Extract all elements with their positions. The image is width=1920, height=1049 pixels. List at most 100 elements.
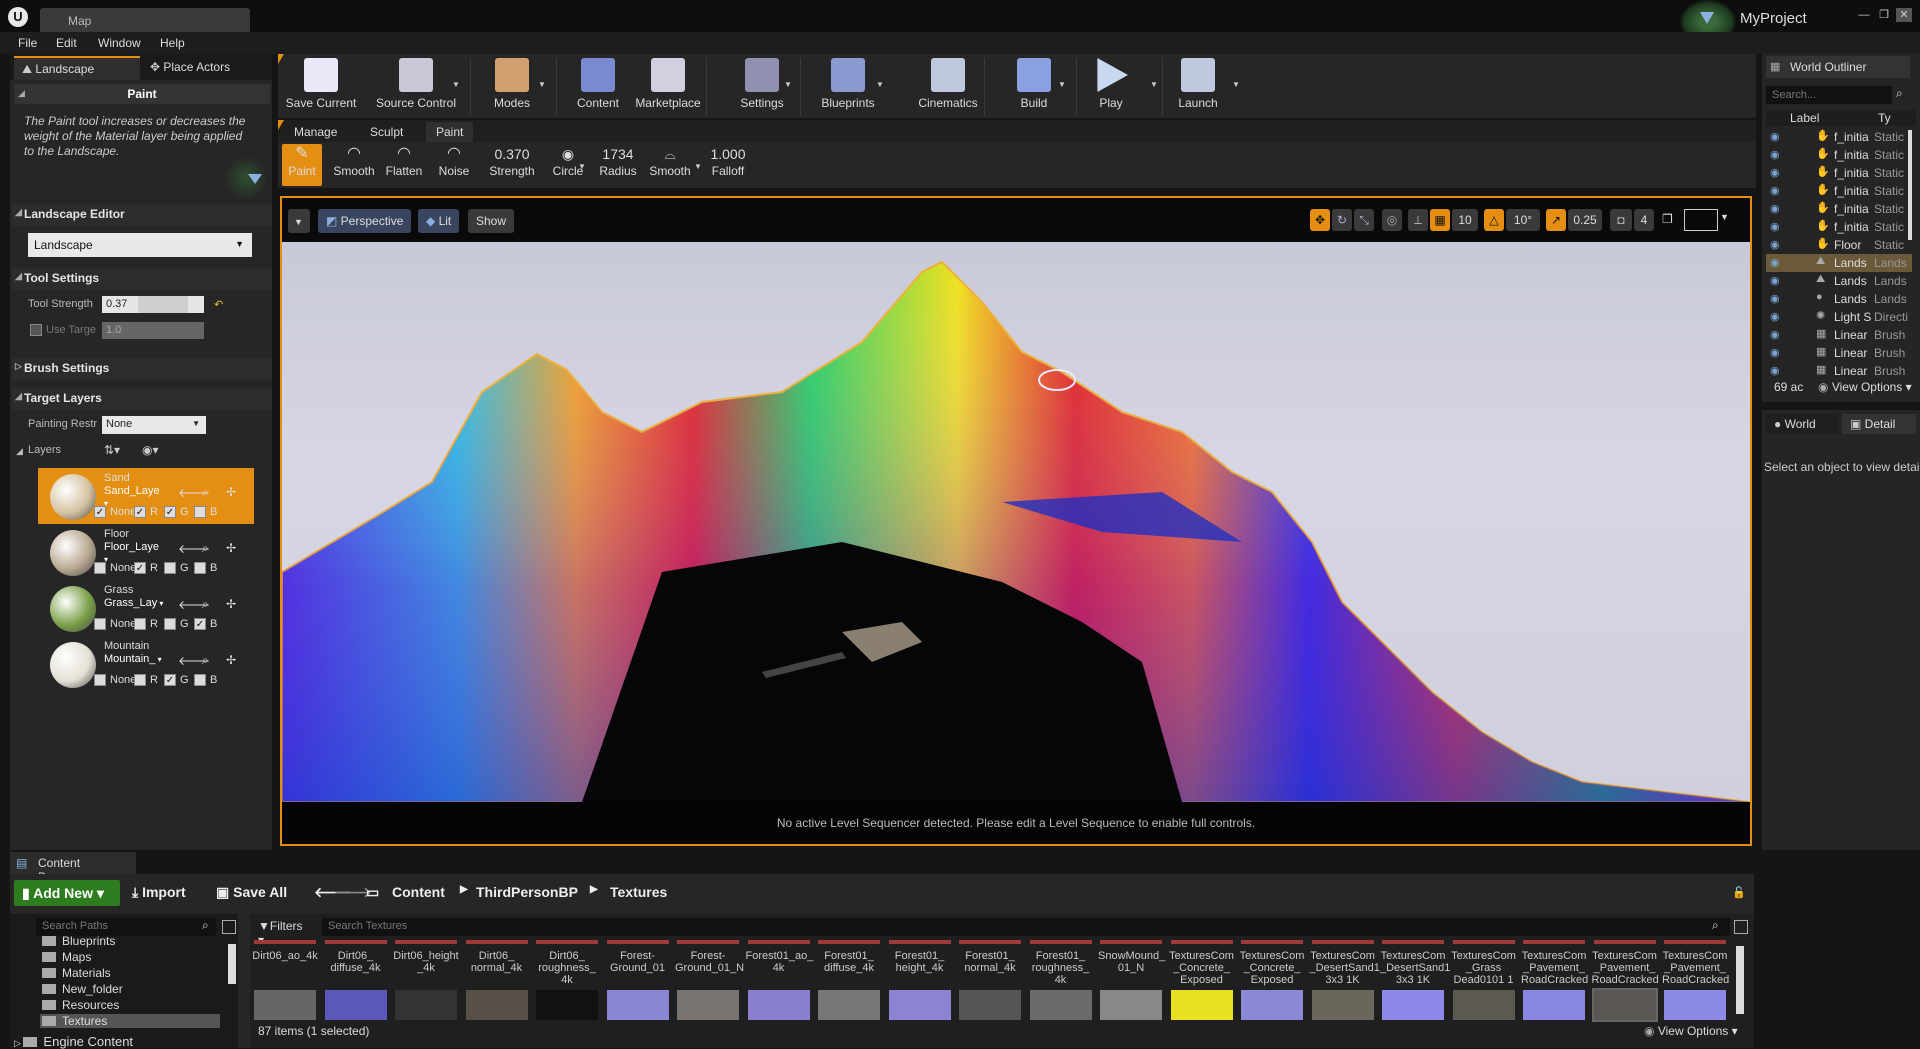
menu-help[interactable]: Help — [160, 36, 185, 50]
import-button[interactable]: ⤓ Import — [132, 884, 186, 901]
menu-file[interactable]: File — [18, 36, 37, 50]
checkbox-r[interactable]: ✓ — [134, 562, 146, 574]
asset-thumbnail[interactable] — [1029, 990, 1092, 1020]
outliner-row[interactable]: ◉ ▦ Linear Brush — [1766, 326, 1912, 344]
asset-name[interactable]: TexturesCom _Pavement_ RoadCracked — [1662, 950, 1729, 986]
landscape-dropdown[interactable]: Landscape ▼ — [28, 233, 252, 257]
asset-thumbnail[interactable] — [1311, 990, 1374, 1020]
layer-asset-dropdown[interactable]: Grass_Lay ▾ — [104, 597, 164, 612]
section-tool-settings[interactable]: ◢ Tool Settings — [12, 268, 272, 290]
outliner-row[interactable]: ◉ ✋ f_initia Static — [1766, 200, 1912, 218]
asset-name[interactable]: Dirt06_ normal_4k — [464, 950, 530, 974]
folder-item[interactable]: New_folder — [42, 982, 123, 996]
breadcrumb-content[interactable]: Content — [392, 884, 445, 900]
asset-thumbnail[interactable] — [536, 990, 598, 1020]
asset-name[interactable]: TexturesCom _Pavement_ RoadCracked — [1521, 950, 1588, 986]
column-label[interactable]: Label — [1790, 111, 1819, 125]
asset-name[interactable]: TexturesCom _DesertSand1 3x3 1K — [1380, 950, 1450, 986]
checkbox-g[interactable]: ✓ — [164, 674, 176, 686]
column-type[interactable]: Ty — [1878, 111, 1891, 125]
clear-icon[interactable]: ✢ — [226, 541, 236, 555]
asset-thumbnail[interactable] — [959, 990, 1021, 1020]
clear-icon[interactable]: ✢ — [226, 597, 236, 611]
search-icon[interactable]: ⌕ — [1896, 86, 1903, 101]
add-new-button[interactable]: ▮ Add New ▾ — [14, 880, 120, 906]
toolbar-play-button[interactable]: Play — [1086, 58, 1136, 110]
asset-name[interactable]: Forest01_ roughness_ 4k — [1028, 950, 1094, 986]
asset-thumbnail[interactable] — [1100, 990, 1162, 1020]
show-button[interactable]: Show — [468, 209, 515, 233]
asset-thumbnail[interactable] — [888, 990, 951, 1020]
asset-scrollbar[interactable] — [1736, 946, 1744, 1014]
tool-noise[interactable]: ◠ Noise — [430, 144, 478, 186]
toolbar-blueprints-button[interactable]: Blueprints — [810, 58, 886, 110]
scene-view[interactable] — [282, 242, 1750, 803]
dropdown-arrow-icon[interactable]: ▼ — [876, 80, 884, 89]
checkbox-g[interactable] — [164, 562, 176, 574]
menu-edit[interactable]: Edit — [56, 36, 77, 50]
brush-param-radius[interactable]: 1734 Radius — [590, 144, 646, 178]
asset-thumbnail[interactable] — [677, 990, 739, 1020]
chevron-down-icon[interactable]: ▼ — [1720, 212, 1729, 222]
layer-item[interactable]: Floor Floor_Laye ▾ 🡐 ⌕ ✢ None ✓ R G B — [38, 524, 254, 580]
eye-icon[interactable]: ◉ — [1770, 292, 1780, 305]
asset-thumbnail[interactable] — [1523, 990, 1585, 1020]
brush-param-strength[interactable]: 0.370 Strength — [484, 144, 540, 178]
toolbar-marketplace-button[interactable]: Marketplace — [626, 58, 710, 110]
asset-thumbnail[interactable] — [395, 990, 457, 1020]
tab-landscape[interactable]: ⛰ Landscape — [14, 56, 140, 80]
outliner-row[interactable]: ◉ ✋ f_initia Static — [1766, 164, 1912, 182]
folder-item[interactable]: Resources — [42, 998, 119, 1012]
scale-snap-value[interactable]: 0.25 — [1568, 209, 1602, 231]
outliner-scrollbar[interactable] — [1908, 130, 1912, 240]
use-target-checkbox[interactable] — [30, 324, 42, 336]
asset-name[interactable]: Dirt06_ diffuse_4k — [323, 950, 389, 974]
checkbox-none[interactable] — [94, 618, 106, 630]
layer-asset-dropdown[interactable]: Floor_Laye ▾ — [104, 541, 164, 564]
asset-thumbnail[interactable] — [818, 990, 880, 1020]
asset-name[interactable]: Forest01_ao_ 4k — [746, 950, 814, 974]
clear-icon[interactable]: ✢ — [226, 485, 236, 499]
checkbox-r[interactable] — [134, 674, 146, 686]
section-brush-settings[interactable]: ▷ Brush Settings — [12, 358, 272, 380]
brush-param-smooth[interactable]: ⌓ Smooth — [642, 144, 698, 178]
browse-icon[interactable]: ⌕ — [202, 653, 209, 668]
outliner-row[interactable]: ◉ ✋ Floor Static — [1766, 236, 1912, 254]
tab-content-browser[interactable]: Content Browser — [10, 852, 136, 884]
asset-name[interactable]: TexturesCom _Pavement_ RoadCracked — [1592, 950, 1659, 986]
brush-param-circle[interactable]: ◉ Circle — [540, 144, 596, 178]
rotation-snap-icon[interactable]: △ — [1484, 209, 1504, 231]
asset-thumbnail[interactable] — [465, 990, 528, 1020]
dropdown-arrow-icon[interactable]: ▼ — [1150, 80, 1158, 89]
asset-thumbnail[interactable] — [1382, 990, 1444, 1020]
viewport-options-button[interactable]: ▼ — [288, 209, 310, 233]
asset-thumbnail[interactable] — [1452, 990, 1515, 1020]
grid-snap-icon[interactable]: ▦ — [1430, 209, 1450, 231]
eye-icon[interactable]: ◉ — [1770, 238, 1780, 251]
checkbox-b[interactable] — [194, 674, 206, 686]
camera-speed-icon[interactable]: ◘ — [1610, 209, 1632, 231]
tab-paint[interactable]: Paint — [426, 122, 474, 142]
section-landscape-editor[interactable]: ◢ Landscape Editor — [12, 204, 272, 226]
outliner-search-input[interactable]: Search... — [1766, 86, 1892, 104]
search-icon[interactable]: ⌕ — [202, 918, 209, 933]
asset-thumbnail[interactable] — [747, 990, 810, 1020]
eye-icon[interactable]: ◉ — [1770, 202, 1780, 215]
eye-icon[interactable]: ◉ — [1770, 274, 1780, 287]
checkbox-none[interactable] — [94, 674, 106, 686]
maximize-icon[interactable]: ❐ — [1876, 8, 1892, 22]
menu-window[interactable]: Window — [98, 36, 141, 50]
dropdown-arrow-icon[interactable]: ▼ — [538, 80, 546, 89]
toolbar-launch-button[interactable]: Launch — [1166, 58, 1230, 110]
folder-item[interactable]: Blueprints — [42, 934, 115, 948]
clear-icon[interactable]: ✢ — [226, 653, 236, 667]
folder-item[interactable]: Maps — [42, 950, 91, 964]
scale-snap-icon[interactable]: ↗ — [1546, 209, 1566, 231]
tool-strength-field[interactable]: 0.37 — [102, 296, 204, 313]
asset-thumbnail[interactable] — [1170, 990, 1233, 1020]
asset-name[interactable]: Forest01_ diffuse_4k — [816, 950, 882, 974]
rotate-icon[interactable]: ↻ — [1332, 209, 1352, 231]
visibility-icon[interactable]: ◉▾ — [142, 443, 159, 457]
scale-icon[interactable]: ⤡ — [1354, 209, 1374, 231]
browse-icon[interactable]: ⌕ — [202, 541, 209, 556]
